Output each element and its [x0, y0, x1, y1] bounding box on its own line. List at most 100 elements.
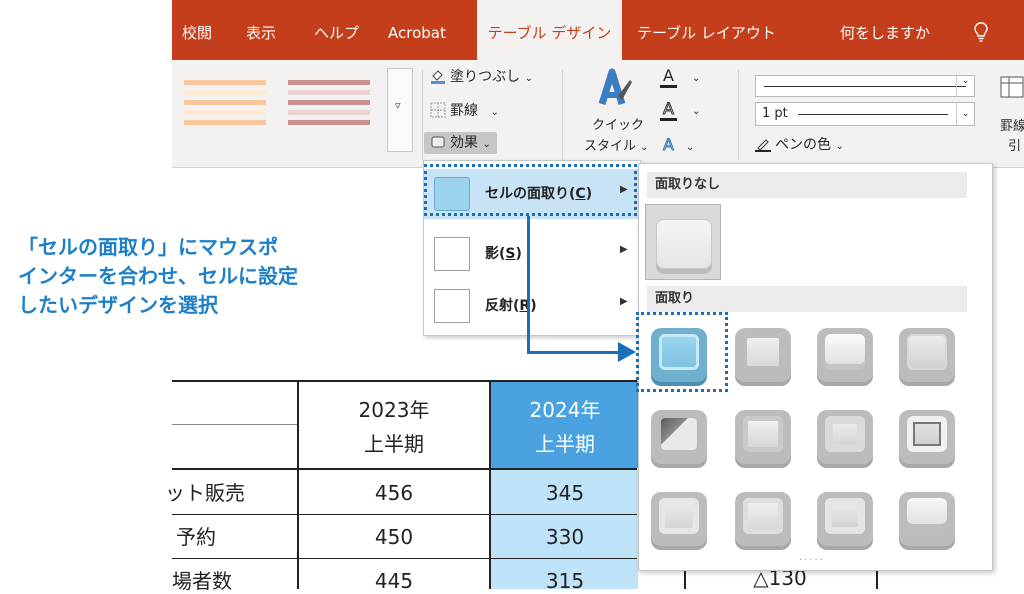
pointer-arrow-line: [527, 351, 623, 354]
row3-2023: 445: [374, 569, 414, 593]
header-2024-line2: 上半期: [535, 432, 595, 456]
bevel-option[interactable]: [899, 328, 955, 382]
bevel-preview-icon: [825, 334, 865, 370]
highlight-selected-bevel: [636, 312, 728, 392]
bevel-preview-icon: [743, 416, 783, 452]
pen-weight-dropdown-arrow: ⌄: [956, 103, 974, 125]
pen-color-label: ペンの色: [775, 137, 831, 153]
text-effects-button[interactable]: A ⌄: [660, 134, 695, 156]
tab-help[interactable]: ヘルプ: [314, 0, 359, 60]
quick-styles-icon[interactable]: [592, 66, 632, 112]
pen-color-button[interactable]: ペンの色 ⌄: [755, 134, 844, 156]
highlight-cell-bevel: [424, 164, 637, 216]
shading-label: 塗りつぶし: [450, 69, 521, 85]
reflection-icon: [434, 289, 470, 323]
row3-2024: 315: [545, 569, 585, 593]
bevel-preview-icon: [907, 334, 947, 370]
section-bevel: 面取り: [647, 286, 967, 312]
borders-button[interactable]: 罫線 ⌄: [430, 100, 499, 122]
ribbon-body: ▿ 塗りつぶし ⌄ 罫線 ⌄ 効果 ⌄ クイック スタイル ⌄ A ⌄ A ⌄ …: [172, 60, 1024, 168]
shading-button[interactable]: 塗りつぶし ⌄: [430, 66, 533, 88]
pointer-arrow-line: [527, 216, 530, 354]
annotation-line-2: インターを合わせ、セルに設定: [18, 266, 298, 288]
bevel-preview-icon: [659, 416, 699, 452]
lightbulb-icon: [974, 22, 988, 42]
shadow-icon: [434, 237, 470, 271]
table-line: [172, 514, 637, 515]
row-label-2: 予約: [176, 525, 216, 549]
shadow-suffix: ): [515, 246, 522, 262]
bevel-option[interactable]: [817, 410, 873, 464]
submenu-arrow-icon: ▶: [620, 296, 628, 307]
tab-review[interactable]: 校閲: [182, 0, 212, 60]
text-outline-button[interactable]: A ⌄: [660, 98, 700, 121]
table-line: [172, 558, 637, 559]
draw-table-label-1: 罫線: [1000, 119, 1024, 134]
quick-styles-button[interactable]: スタイル ⌄: [584, 136, 649, 158]
table-line: [172, 424, 298, 425]
bevel-preview-icon: [825, 416, 865, 452]
pointer-arrow-head-icon: [618, 342, 636, 362]
table-line: [489, 380, 491, 589]
text-fill-icon: A: [660, 66, 677, 88]
row2-2024: 330: [545, 525, 585, 549]
pen-weight-sample: [798, 114, 948, 115]
ribbon-separator: [738, 70, 739, 160]
gallery-more-button[interactable]: ▿: [387, 68, 413, 152]
shadow-label: 影(: [485, 246, 506, 262]
table-style-swatch-orange[interactable]: [184, 80, 266, 136]
bevel-option-none[interactable]: [645, 204, 721, 280]
borders-icon: [430, 102, 446, 118]
bevel-option[interactable]: [735, 492, 791, 546]
menu-item-shadow[interactable]: 影(S) ▶: [424, 229, 640, 279]
table-line: [172, 380, 637, 382]
row1-2023: 456: [374, 481, 414, 505]
ribbon-tab-bar: 校閲 表示 ヘルプ Acrobat テーブル デザイン テーブル レイアウト 何…: [172, 0, 1024, 60]
bevel-option[interactable]: [899, 410, 955, 464]
annotation-line-3: したいデザインを選択: [18, 295, 218, 317]
table-line: [172, 468, 637, 470]
bevel-option[interactable]: [817, 328, 873, 382]
effects-icon: [431, 136, 445, 148]
bevel-preview-icon: [907, 498, 947, 534]
effects-button[interactable]: 効果 ⌄: [424, 132, 497, 154]
tell-me-search[interactable]: 何をしますか: [840, 0, 930, 60]
table-style-swatch-red[interactable]: [288, 80, 370, 136]
header-2023-line1: 2023年: [358, 398, 430, 422]
annotation-line-1: 「セルの面取り」にマウスポ: [18, 237, 278, 259]
pen-style-dropdown-arrow: ⌄: [956, 76, 974, 96]
bevel-option[interactable]: [899, 492, 955, 546]
borders-label: 罫線: [450, 103, 478, 119]
text-fill-button[interactable]: A ⌄: [660, 65, 700, 88]
pen-icon: [755, 139, 771, 152]
tab-view[interactable]: 表示: [246, 0, 276, 60]
reflection-label: 反射(: [485, 298, 520, 314]
gallery-more-icon: ▿: [395, 99, 401, 112]
bevel-preview-icon: [659, 498, 699, 534]
row-label-3: 場者数: [172, 569, 232, 593]
tab-table-design-label: テーブル デザイン: [487, 24, 612, 42]
pen-style-dropdown[interactable]: ⌄: [755, 75, 975, 97]
reflection-suffix: ): [530, 298, 537, 314]
ribbon-separator: [422, 70, 423, 160]
tab-table-layout[interactable]: テーブル レイアウト: [637, 0, 776, 60]
shadow-accel: S: [505, 246, 516, 262]
tab-acrobat[interactable]: Acrobat: [388, 0, 446, 60]
draw-table-icon[interactable]: [1000, 76, 1024, 102]
tab-table-design[interactable]: テーブル デザイン: [477, 0, 622, 60]
table-line: [876, 571, 878, 589]
bevel-preview-icon: [743, 498, 783, 534]
row1-2024: 345: [545, 481, 585, 505]
effects-label: 効果: [450, 135, 478, 151]
ribbon-separator: [562, 70, 563, 160]
submenu-arrow-icon: ▶: [620, 244, 628, 255]
pen-weight-dropdown[interactable]: 1 pt ⌄: [755, 102, 975, 126]
bevel-option[interactable]: [651, 410, 707, 464]
resize-grip-icon[interactable]: ·····: [799, 555, 825, 566]
bevel-option[interactable]: [735, 328, 791, 382]
bevel-option[interactable]: [651, 492, 707, 546]
bevel-option[interactable]: [735, 410, 791, 464]
bevel-option[interactable]: [817, 492, 873, 546]
menu-item-reflection[interactable]: 反射(R) ▶: [424, 281, 640, 331]
text-outline-icon: A: [660, 99, 677, 121]
